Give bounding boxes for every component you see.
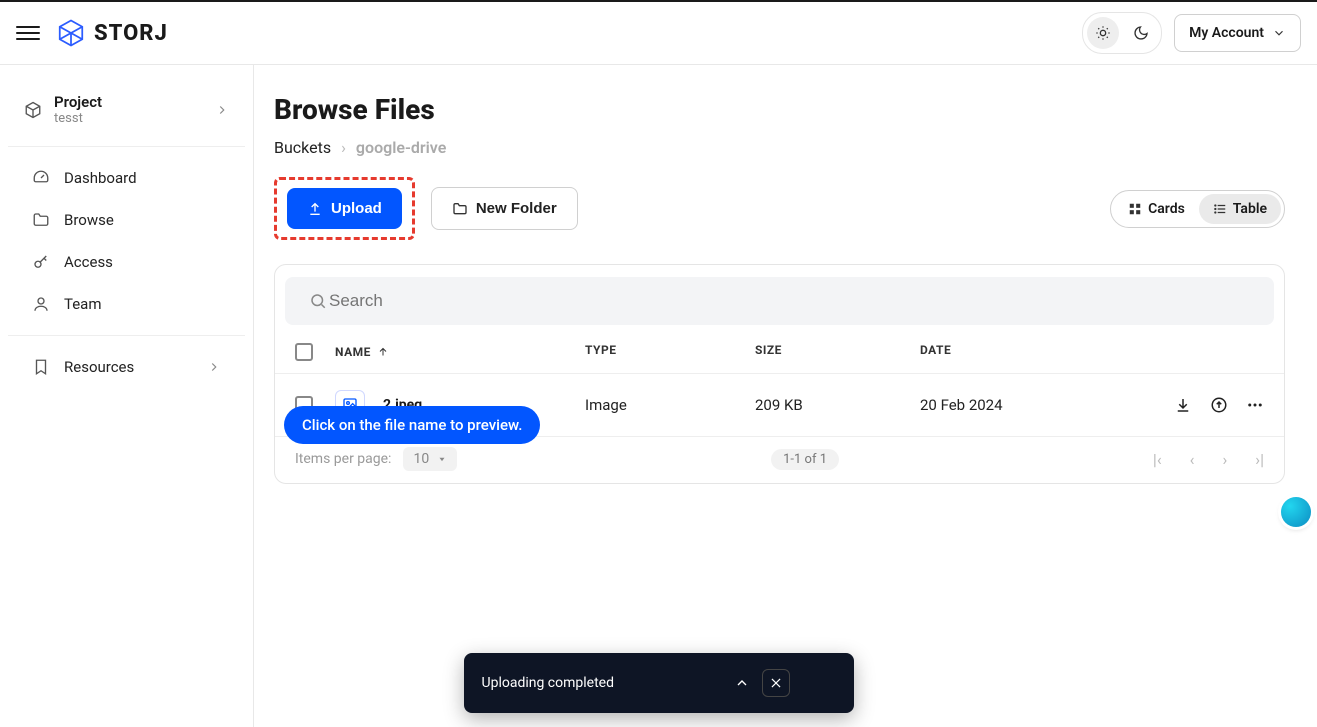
menu-toggle[interactable] [16, 21, 40, 45]
nav-team[interactable]: Team [16, 283, 237, 325]
toast-collapse[interactable] [734, 675, 750, 691]
nav-access[interactable]: Access [16, 241, 237, 283]
file-table: NAME TYPE SIZE DATE 2.jpeg Image 209 KB … [274, 264, 1285, 484]
upload-icon [307, 201, 323, 217]
upload-label: Upload [331, 200, 382, 217]
search-input[interactable] [285, 277, 1274, 325]
upload-button[interactable]: Upload [287, 188, 402, 229]
view-toggle: Cards Table [1110, 190, 1285, 228]
new-folder-label: New Folder [476, 200, 557, 217]
upload-toast: Uploading completed [464, 653, 854, 713]
preview-tooltip: Click on the file name to preview. [284, 406, 540, 444]
select-all-checkbox[interactable] [295, 343, 313, 361]
bookmark-icon [32, 358, 50, 376]
page-prev[interactable]: ‹ [1190, 450, 1195, 469]
breadcrumb-root[interactable]: Buckets [274, 138, 331, 157]
search-icon [309, 292, 327, 310]
page-first[interactable]: |‹ [1153, 450, 1162, 469]
close-icon [769, 676, 783, 690]
items-per-page-label: Items per page: [295, 451, 391, 467]
theme-light[interactable] [1087, 17, 1119, 49]
theme-toggle[interactable] [1082, 12, 1162, 54]
file-date: 20 Feb 2024 [920, 396, 1124, 414]
breadcrumb-current: google-drive [356, 138, 446, 157]
nav-dashboard[interactable]: Dashboard [16, 157, 237, 199]
brand-logo[interactable]: STORJ [56, 18, 168, 48]
new-folder-button[interactable]: New Folder [431, 187, 578, 230]
breadcrumb: Buckets › google-drive [274, 138, 1285, 157]
nav-access-label: Access [64, 253, 113, 271]
share-button[interactable] [1210, 396, 1228, 414]
key-icon [32, 253, 50, 271]
chevron-down-icon [1272, 26, 1286, 40]
chevron-up-icon [734, 675, 750, 691]
file-type: Image [585, 396, 755, 414]
chevron-right-icon [207, 360, 221, 374]
more-button[interactable] [1246, 396, 1264, 414]
nav-browse[interactable]: Browse [16, 199, 237, 241]
nav-dashboard-label: Dashboard [64, 169, 137, 187]
toast-close[interactable] [762, 669, 790, 697]
view-cards-label: Cards [1148, 201, 1185, 217]
chevron-right-icon: › [341, 138, 346, 157]
storj-logo-icon [56, 18, 86, 48]
sun-icon [1095, 25, 1111, 41]
upload-highlight: Upload [274, 177, 415, 240]
project-label: Project [54, 93, 203, 111]
help-chat-button[interactable] [1281, 497, 1311, 527]
nav-resources[interactable]: Resources [16, 346, 237, 388]
download-button[interactable] [1174, 396, 1192, 414]
view-cards[interactable]: Cards [1114, 194, 1199, 224]
view-table[interactable]: Table [1199, 194, 1281, 224]
nav-team-label: Team [64, 295, 102, 313]
sort-asc-icon [377, 346, 389, 358]
moon-icon [1133, 25, 1149, 41]
user-icon [32, 295, 50, 313]
page-next[interactable]: › [1222, 450, 1227, 469]
col-size[interactable]: SIZE [755, 343, 920, 361]
caret-down-icon [437, 454, 447, 464]
folder-icon [32, 211, 50, 229]
account-label: My Account [1189, 25, 1264, 41]
page-title: Browse Files [274, 93, 1285, 126]
project-name: tesst [54, 111, 203, 126]
file-size: 209 KB [755, 396, 920, 414]
theme-dark[interactable] [1125, 17, 1157, 49]
cube-icon [24, 101, 42, 119]
folder-plus-icon [452, 201, 468, 217]
nav-resources-label: Resources [64, 358, 193, 376]
col-type[interactable]: TYPE [585, 343, 755, 361]
items-per-page-value: 10 [413, 451, 429, 467]
view-table-label: Table [1233, 201, 1267, 217]
grid-icon [1128, 202, 1142, 216]
chevron-right-icon [215, 103, 229, 117]
col-name[interactable]: NAME [335, 345, 371, 359]
page-last[interactable]: ›| [1255, 450, 1264, 469]
project-selector[interactable]: Project tesst [16, 83, 237, 136]
paging-range: 1-1 of 1 [771, 449, 839, 470]
items-per-page-select[interactable]: 10 [403, 447, 457, 471]
toast-message: Uploading completed [482, 675, 615, 691]
col-date[interactable]: DATE [920, 343, 1124, 361]
gauge-icon [32, 169, 50, 187]
nav-browse-label: Browse [64, 211, 114, 229]
list-icon [1213, 202, 1227, 216]
account-button[interactable]: My Account [1174, 14, 1301, 52]
brand-name: STORJ [94, 21, 168, 46]
